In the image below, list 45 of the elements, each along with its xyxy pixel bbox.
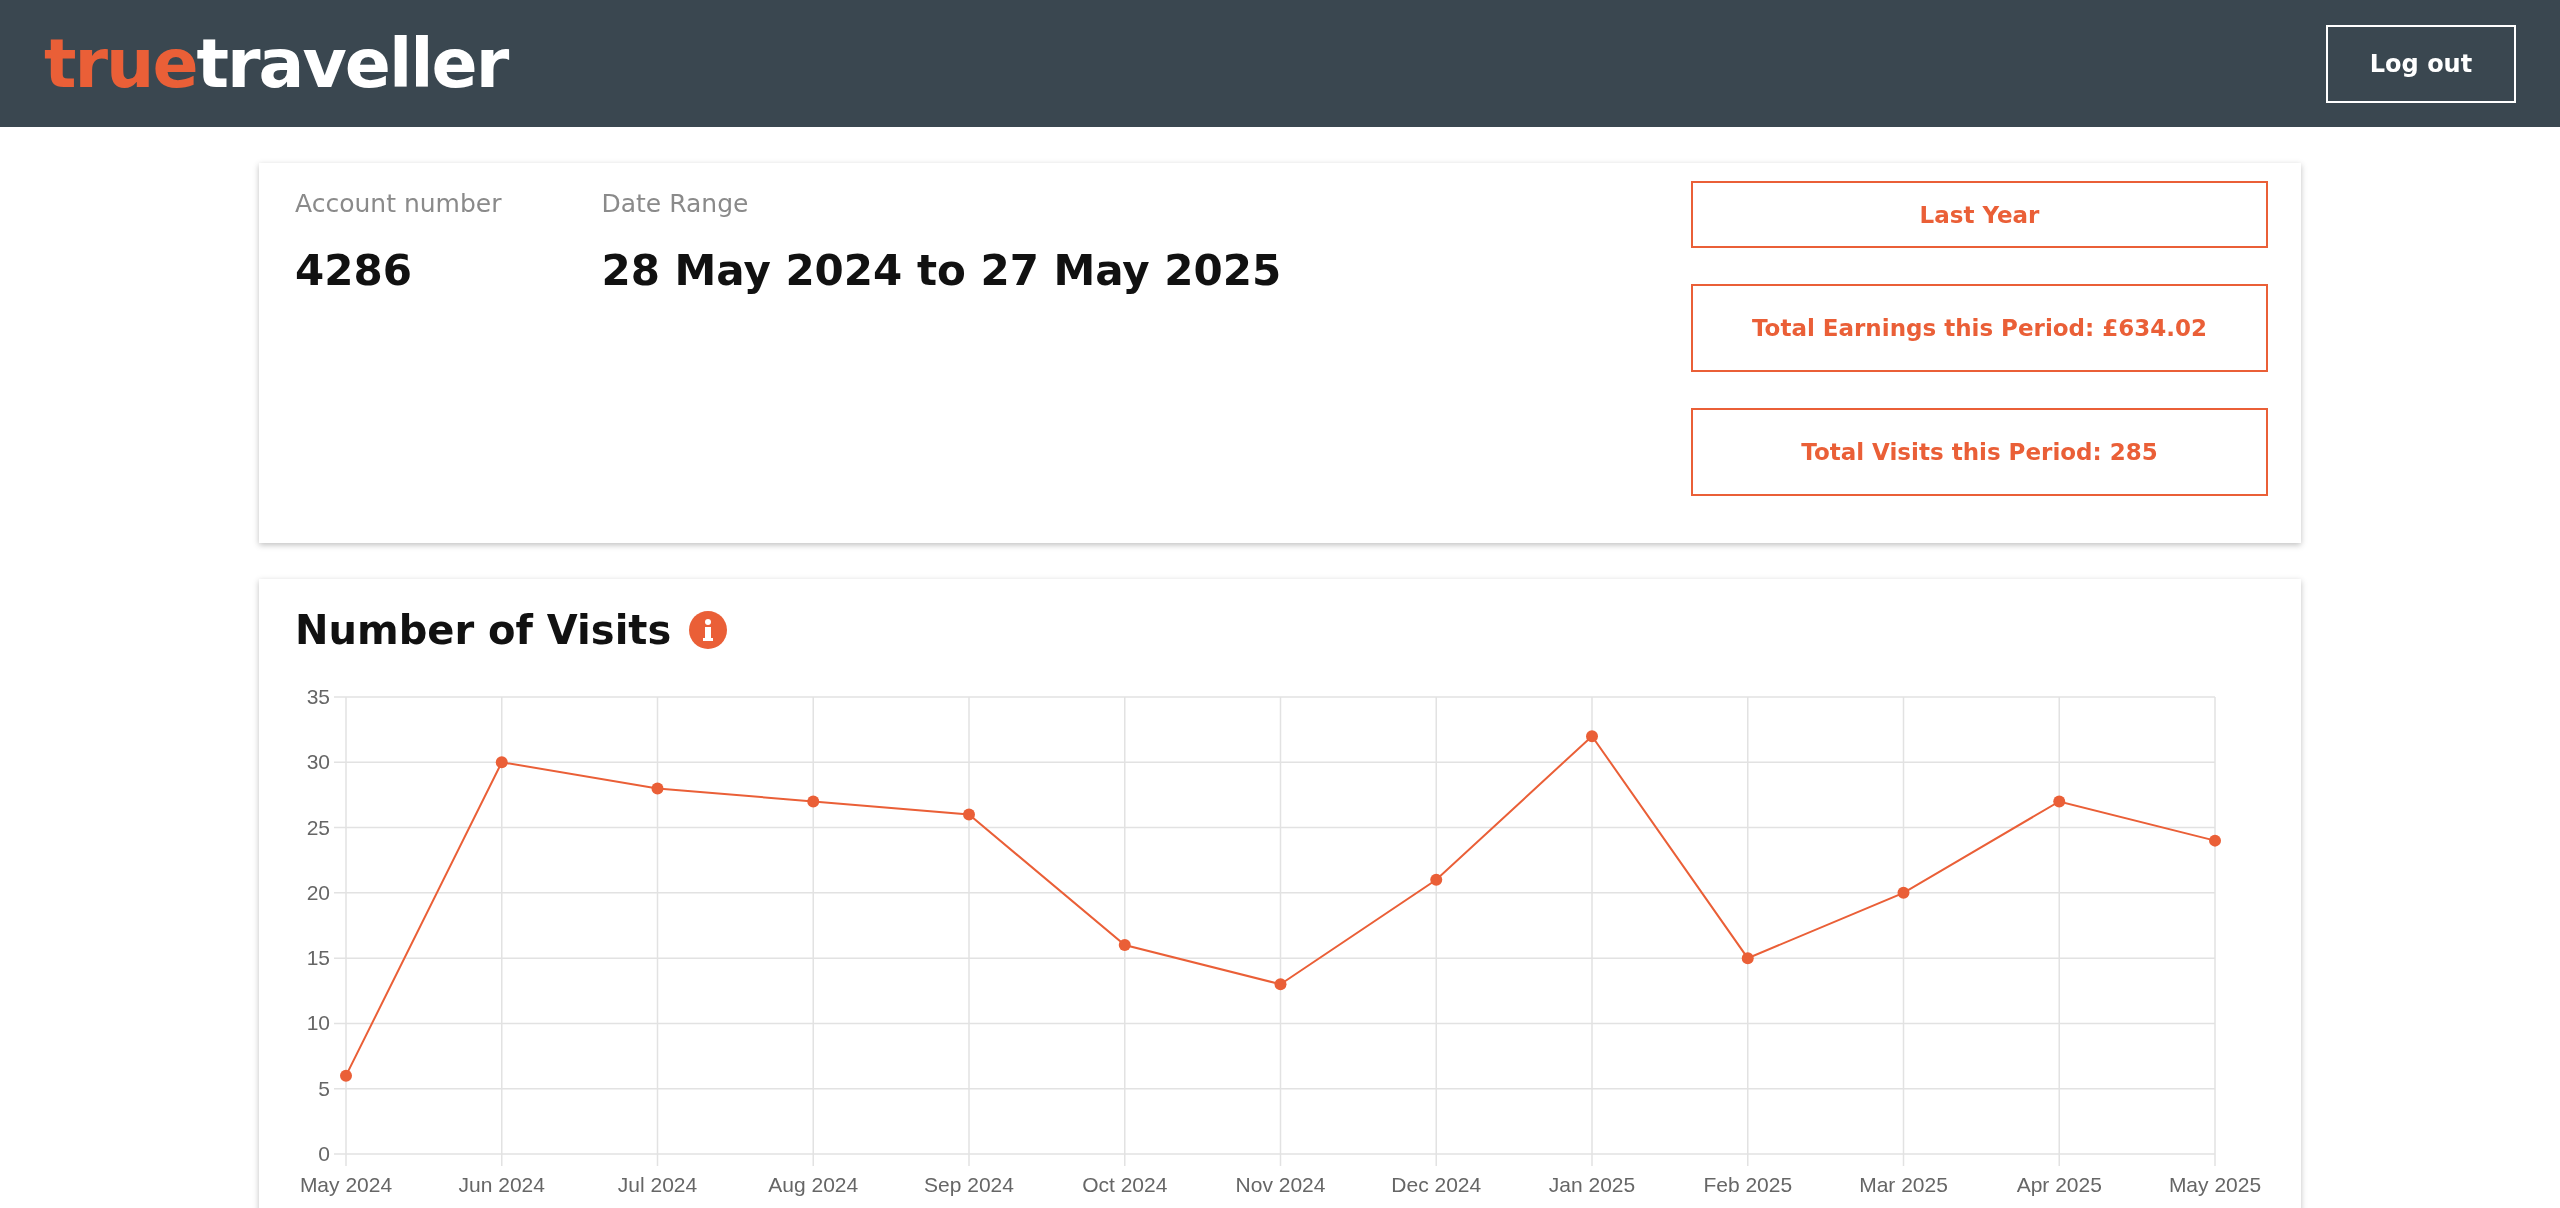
y-tick-label: 30 [306, 750, 330, 774]
x-tick-label: Sep 2024 [924, 1173, 1014, 1196]
data-point [2053, 795, 2066, 808]
data-point [495, 756, 508, 769]
x-tick-label: Jul 2024 [617, 1173, 698, 1196]
data-point [651, 782, 664, 795]
data-point [1586, 730, 1598, 743]
data-point [1897, 886, 1910, 899]
chart-title: Number of Visits [295, 607, 672, 653]
summary-button[interactable]: Total Visits this Period: 285 [1691, 408, 2268, 496]
field-value: 28 May 2024 to 27 May 2025 [601, 246, 1282, 295]
data-point [340, 1069, 352, 1082]
y-tick-label: 0 [318, 1142, 330, 1165]
data-point [1274, 978, 1287, 991]
field-label: Account number [295, 189, 502, 218]
y-tick-label: 5 [318, 1076, 330, 1100]
x-tick-label: Apr 2025 [2016, 1173, 2102, 1196]
y-tick-label: 20 [306, 880, 330, 904]
logout-button[interactable]: Log out [2326, 24, 2516, 103]
data-point [807, 795, 820, 808]
x-tick-label: Dec 2024 [1391, 1173, 1482, 1196]
logo: truetraveller [44, 29, 508, 98]
x-tick-label: Jun 2024 [458, 1173, 545, 1196]
x-tick-label: Mar 2025 [1859, 1173, 1948, 1196]
y-tick-label: 15 [306, 946, 330, 970]
x-tick-label: May 2025 [2168, 1173, 2262, 1196]
x-tick-label: May 2024 [299, 1173, 393, 1196]
x-tick-label: Nov 2024 [1235, 1173, 1326, 1196]
summary-button[interactable]: Last Year [1691, 181, 2268, 248]
x-tick-label: Feb 2025 [1703, 1173, 1793, 1196]
data-point [963, 808, 975, 821]
y-tick-label: 35 [306, 685, 330, 708]
x-tick-label: Jan 2025 [1548, 1173, 1636, 1196]
x-tick-label: Oct 2024 [1082, 1173, 1168, 1196]
y-tick-label: 10 [306, 1011, 330, 1035]
data-point [1118, 939, 1131, 952]
data-point [2209, 834, 2221, 847]
data-point [1430, 873, 1443, 886]
summary-button[interactable]: Total Earnings this Period: £634.02 [1691, 284, 2268, 372]
x-tick-label: Aug 2024 [768, 1173, 859, 1196]
field-value: 4286 [295, 246, 413, 295]
info-icon[interactable] [689, 611, 728, 649]
y-tick-label: 25 [306, 815, 330, 839]
data-point [1741, 952, 1754, 965]
field-label: Date Range [601, 189, 750, 218]
